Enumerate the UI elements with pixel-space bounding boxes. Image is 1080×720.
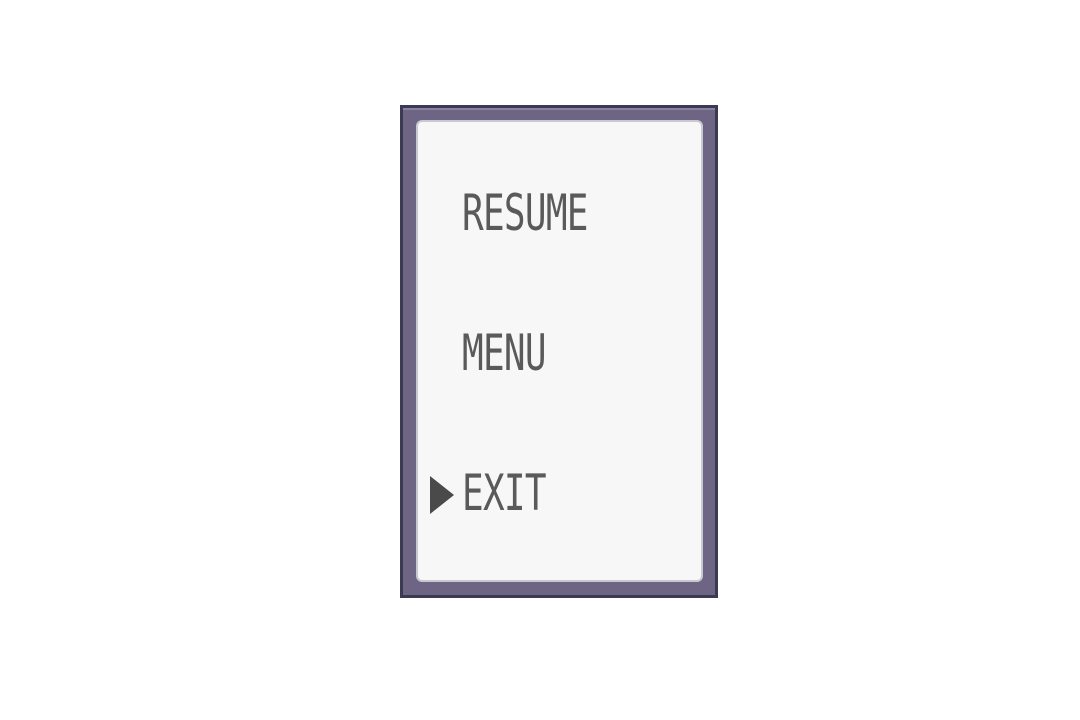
selection-cursor-icon xyxy=(430,476,454,514)
menu-item-exit[interactable]: EXIT xyxy=(462,468,547,518)
pause-menu-border: RESUME MENU EXIT xyxy=(403,108,715,595)
menu-item-resume[interactable]: RESUME xyxy=(462,188,588,238)
pause-menu-panel: RESUME MENU EXIT xyxy=(416,120,703,582)
pause-menu-window: RESUME MENU EXIT xyxy=(400,105,718,598)
menu-item-menu[interactable]: MENU xyxy=(462,328,547,378)
